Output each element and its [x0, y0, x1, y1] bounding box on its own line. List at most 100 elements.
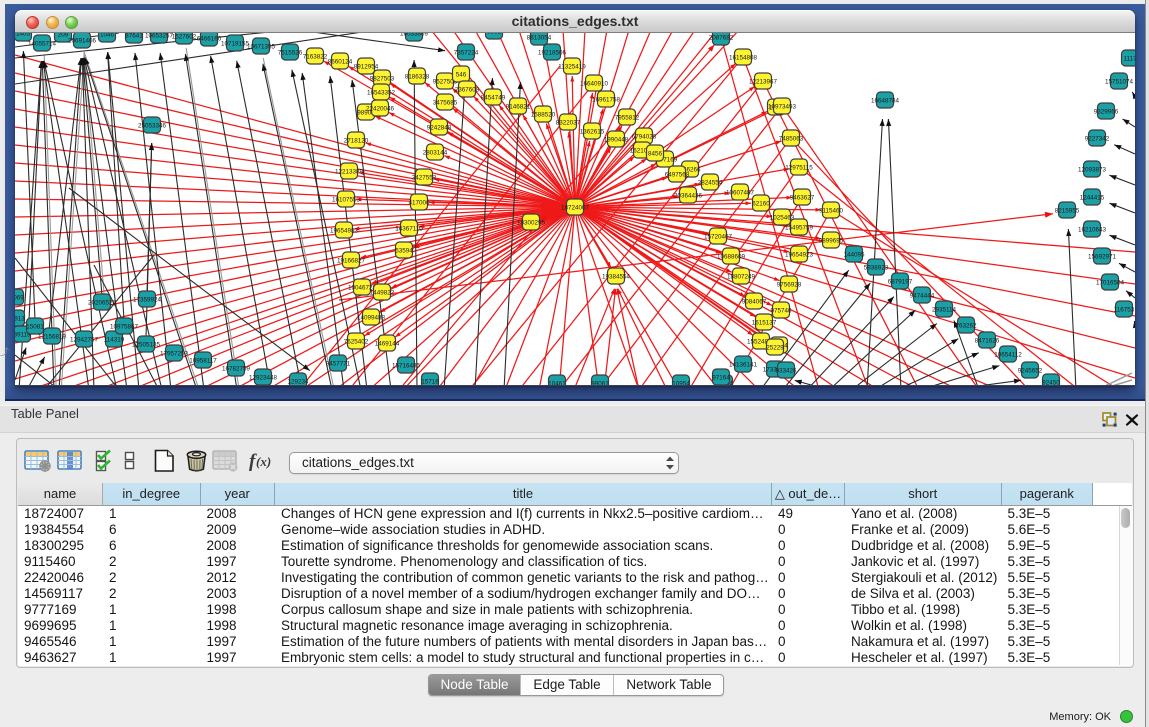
svg-text:3475685: 3475685 — [433, 99, 458, 106]
svg-text:53594: 53594 — [395, 247, 413, 254]
svg-text:20364436: 20364436 — [674, 192, 703, 199]
svg-text:114319: 114319 — [104, 336, 125, 343]
svg-text:19654983: 19654983 — [330, 227, 359, 234]
svg-text:9329966: 9329966 — [1094, 108, 1119, 115]
svg-text:(x): (x) — [256, 454, 271, 469]
svg-text:8454749: 8454749 — [481, 94, 506, 101]
svg-text:1117: 1117 — [1123, 55, 1135, 62]
svg-text:25053346: 25053346 — [138, 122, 167, 129]
svg-text:14136141: 14136141 — [729, 361, 758, 368]
svg-text:9899695: 9899695 — [819, 237, 844, 244]
svg-text:16210643: 16210643 — [1078, 226, 1107, 233]
svg-text:17016504: 17016504 — [1096, 279, 1125, 286]
svg-text:2367608: 2367608 — [455, 86, 480, 93]
svg-text:417006: 417006 — [408, 199, 430, 206]
svg-text:7955812: 7955812 — [615, 114, 640, 121]
svg-text:12156819: 12156819 — [38, 333, 67, 340]
svg-text:15716: 15716 — [421, 378, 439, 385]
svg-text:1615137: 1615137 — [752, 319, 777, 326]
svg-text:1990448: 1990448 — [604, 136, 629, 143]
svg-text:14099488: 14099488 — [357, 314, 386, 321]
svg-text:25229: 25229 — [766, 344, 784, 351]
svg-text:20206526: 20206526 — [88, 299, 117, 306]
svg-text:14055714: 14055714 — [28, 40, 57, 47]
svg-text:933426: 933426 — [775, 367, 797, 374]
svg-text:9474444: 9474444 — [910, 292, 935, 299]
svg-text:6466160: 6466160 — [197, 35, 222, 42]
svg-text:19654923: 19654923 — [785, 251, 814, 258]
svg-text:15720407: 15720407 — [704, 233, 733, 240]
svg-text:92450: 92450 — [1042, 379, 1060, 386]
svg-text:10688609: 10688609 — [717, 253, 746, 260]
svg-text:9457771: 9457771 — [326, 360, 351, 367]
svg-text:87641: 87641 — [125, 32, 143, 39]
svg-text:17957253: 17957253 — [160, 350, 189, 357]
svg-text:129234: 129234 — [287, 378, 309, 385]
svg-text:1449822: 1449822 — [370, 289, 395, 296]
svg-text:62160: 62160 — [752, 200, 770, 207]
svg-text:8215955: 8215955 — [1055, 207, 1080, 214]
svg-text:2803144: 2803144 — [423, 149, 448, 156]
svg-text:16961758: 16961758 — [592, 96, 621, 103]
svg-text:18807249: 18807249 — [727, 273, 756, 280]
svg-text:8912954: 8912954 — [354, 63, 379, 70]
svg-text:12975115: 12975115 — [785, 164, 813, 171]
svg-text:763262: 763262 — [955, 322, 977, 329]
svg-text:1244415: 1244415 — [1080, 194, 1105, 201]
svg-text:10653257: 10653257 — [145, 32, 174, 39]
svg-text:99061: 99061 — [591, 380, 609, 386]
svg-text:10975867: 10975867 — [110, 323, 139, 330]
svg-text:8660124: 8660124 — [328, 58, 353, 65]
svg-text:18724007: 18724007 — [561, 204, 590, 211]
svg-text:9827503: 9827503 — [370, 75, 395, 82]
svg-text:10654112: 10654112 — [994, 351, 1022, 358]
svg-text:97164: 97164 — [712, 374, 730, 381]
svg-text:16107553: 16107553 — [332, 196, 361, 203]
svg-text:10719155: 10719155 — [221, 40, 250, 47]
svg-text:16154808: 16154808 — [729, 54, 758, 61]
svg-text:98913: 98913 — [15, 315, 25, 322]
svg-text:15692971: 15692971 — [1088, 253, 1117, 260]
svg-text:7515526: 7515526 — [278, 49, 303, 56]
svg-text:10958117: 10958117 — [189, 357, 217, 364]
svg-text:8186328: 8186328 — [405, 73, 430, 80]
svg-text:116753: 116753 — [1114, 306, 1135, 313]
svg-text:144095: 144095 — [843, 251, 865, 258]
svg-text:9242848: 9242848 — [427, 124, 452, 131]
svg-text:16648784: 16648784 — [871, 97, 900, 104]
svg-text:15081: 15081 — [26, 323, 44, 330]
svg-text:9227342: 9227342 — [1085, 135, 1110, 142]
svg-text:3427552: 3427552 — [412, 174, 437, 181]
svg-text:7625402: 7625402 — [344, 338, 369, 345]
svg-text:12505135: 12505135 — [132, 341, 161, 348]
svg-text:19218506: 19218506 — [538, 49, 567, 56]
svg-text:9756928: 9756928 — [777, 281, 802, 288]
svg-text:12213967: 12213967 — [749, 78, 778, 85]
svg-text:7163822: 7163822 — [303, 53, 328, 60]
svg-text:1469144: 1469144 — [375, 340, 400, 347]
svg-text:10954: 10954 — [672, 380, 690, 386]
svg-text:1588520: 1588520 — [531, 111, 556, 118]
svg-text:1362615: 1362615 — [580, 128, 605, 135]
svg-text:2718120: 2718120 — [344, 137, 369, 144]
svg-text:8322037: 8322037 — [556, 119, 581, 126]
svg-text:20691406: 20691406 — [68, 37, 97, 44]
svg-text:2087682: 2087682 — [709, 34, 734, 41]
svg-text:7357224: 7357224 — [454, 49, 479, 56]
svg-text:9463627: 9463627 — [790, 194, 815, 201]
svg-text:6497568: 6497568 — [665, 171, 690, 178]
svg-text:8471626: 8471626 — [975, 337, 1000, 344]
svg-text:8456: 8456 — [648, 150, 663, 157]
svg-text:9146821: 9146821 — [506, 103, 531, 110]
svg-text:10607487: 10607487 — [726, 189, 755, 196]
svg-text:10973493: 10973493 — [768, 103, 797, 110]
svg-text:1527602: 1527602 — [172, 33, 197, 40]
svg-text:10461: 10461 — [548, 380, 566, 386]
svg-text:975746: 975746 — [770, 307, 792, 314]
svg-text:18300295: 18300295 — [517, 219, 546, 226]
svg-text:16640910: 16640910 — [580, 80, 609, 87]
svg-text:22420046: 22420046 — [366, 105, 395, 112]
svg-text:17359924: 17359924 — [133, 296, 162, 303]
svg-text:26069: 26069 — [15, 294, 24, 301]
svg-text:15495759: 15495759 — [785, 224, 814, 231]
